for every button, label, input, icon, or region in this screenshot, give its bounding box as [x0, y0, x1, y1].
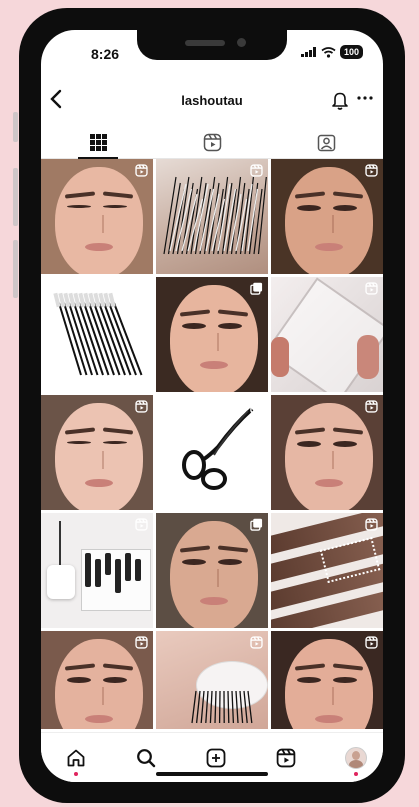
status-time: 8:26 — [91, 46, 120, 62]
post-thumbnail[interactable] — [271, 631, 383, 729]
bell-icon[interactable] — [331, 91, 349, 115]
post-thumbnail[interactable] — [41, 513, 153, 628]
reel-badge-icon — [250, 164, 263, 182]
notification-dot — [74, 772, 78, 776]
carousel-badge-icon — [250, 400, 263, 418]
profile-header: lashoutau — [41, 86, 383, 118]
carousel-badge-icon — [250, 518, 263, 536]
notification-dot — [354, 772, 358, 776]
post-thumbnail[interactable] — [41, 159, 153, 274]
more-options-icon[interactable] — [357, 89, 373, 112]
tab-reels[interactable] — [155, 126, 269, 158]
side-button-mute — [13, 112, 18, 142]
side-button-volume-up — [13, 168, 18, 226]
post-thumbnail[interactable] — [156, 395, 268, 510]
post-thumbnail[interactable] — [41, 395, 153, 510]
wifi-icon — [321, 46, 336, 58]
avatar-icon — [345, 747, 367, 769]
tagged-person-icon — [317, 134, 335, 151]
post-thumbnail[interactable] — [156, 631, 268, 729]
reel-badge-icon — [135, 164, 148, 182]
carousel-badge-icon — [250, 282, 263, 300]
posts-grid — [41, 159, 383, 729]
battery-indicator: 100 — [339, 45, 363, 59]
post-thumbnail[interactable] — [41, 277, 153, 392]
nav-reels[interactable] — [271, 743, 301, 773]
reel-badge-icon — [365, 518, 378, 536]
tab-posts-grid[interactable] — [41, 126, 155, 159]
reel-badge-icon — [135, 636, 148, 654]
post-thumbnail[interactable] — [271, 277, 383, 392]
reel-badge-icon — [365, 400, 378, 418]
front-camera — [237, 38, 246, 47]
signal-icon — [300, 47, 316, 57]
reels-icon — [276, 748, 296, 768]
post-thumbnail[interactable] — [271, 159, 383, 274]
reel-badge-icon — [365, 164, 378, 182]
plus-square-icon — [206, 748, 226, 768]
profile-tabs — [41, 126, 383, 159]
reel-badge-icon — [365, 282, 378, 300]
speaker — [185, 40, 225, 46]
reel-badge-icon — [365, 636, 378, 654]
side-button-volume-down — [13, 240, 18, 298]
reels-icon — [203, 133, 221, 151]
notch — [137, 30, 287, 60]
phone-frame: 8:26 100 lashoutau — [19, 8, 405, 803]
home-icon — [67, 749, 85, 767]
search-icon — [137, 749, 156, 768]
post-thumbnail[interactable] — [156, 513, 268, 628]
tab-tagged[interactable] — [269, 126, 383, 158]
nav-home[interactable] — [61, 743, 91, 776]
nav-profile[interactable] — [341, 743, 371, 776]
post-thumbnail[interactable] — [41, 631, 153, 729]
nav-search[interactable] — [131, 743, 161, 773]
post-thumbnail[interactable] — [271, 513, 383, 628]
home-indicator — [156, 772, 268, 776]
post-thumbnail[interactable] — [156, 159, 268, 274]
reel-badge-icon — [135, 518, 148, 536]
status-icons: 100 — [300, 45, 363, 59]
screen: 8:26 100 lashoutau — [41, 30, 383, 782]
post-thumbnail[interactable] — [156, 277, 268, 392]
post-thumbnail[interactable] — [271, 395, 383, 510]
reel-badge-icon — [250, 636, 263, 654]
reel-badge-icon — [135, 400, 148, 418]
nav-create[interactable] — [201, 743, 231, 773]
grid-icon — [89, 133, 107, 151]
